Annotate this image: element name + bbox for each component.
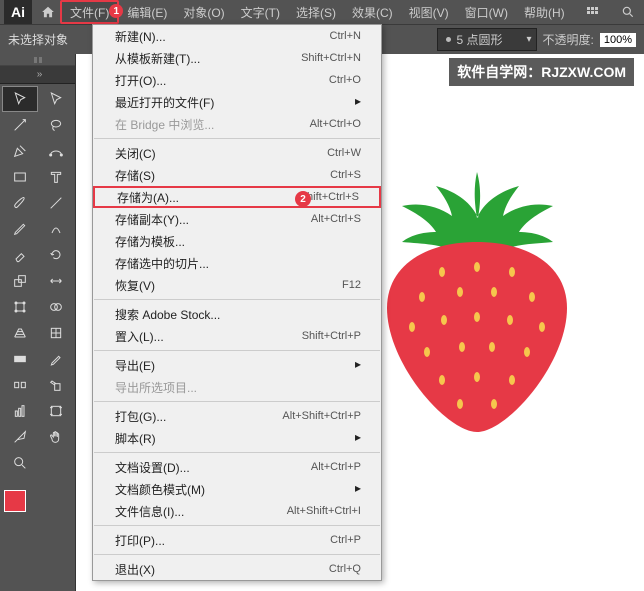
menu-item-3[interactable]: 最近打开的文件(F)	[93, 91, 381, 113]
menu-item-23[interactable]: 文档设置(D)...Alt+Ctrl+P	[93, 456, 381, 478]
slice-tool[interactable]	[2, 424, 38, 450]
perspective-grid-tool[interactable]	[2, 320, 38, 346]
fill-stroke-swatch[interactable]	[4, 482, 40, 512]
menu-object[interactable]: 对象(O)	[175, 0, 232, 24]
menu-item-11[interactable]: 存储选中的切片...	[93, 252, 381, 274]
toolbox-handle[interactable]	[0, 54, 75, 66]
menu-item-6[interactable]: 关闭(C)Ctrl+W	[93, 142, 381, 164]
scale-tool[interactable]	[2, 268, 38, 294]
menu-type[interactable]: 文字(T)	[233, 0, 288, 24]
menu-item-10[interactable]: 存储为模板...	[93, 230, 381, 252]
menu-view[interactable]: 视图(V)	[401, 0, 457, 24]
eraser-tool[interactable]	[2, 242, 38, 268]
menu-item-1[interactable]: 从模板新建(T)...Shift+Ctrl+N	[93, 47, 381, 69]
menu-item-29[interactable]: 退出(X)Ctrl+Q	[93, 558, 381, 580]
annotation-badge-2: 2	[295, 191, 311, 207]
menu-file[interactable]: 文件(F)1	[60, 0, 119, 24]
type-tool[interactable]	[38, 164, 74, 190]
menu-help[interactable]: 帮助(H)	[516, 0, 573, 24]
pencil-tool[interactable]	[2, 216, 38, 242]
width-tool[interactable]	[38, 268, 74, 294]
menu-effect[interactable]: 效果(C)	[344, 0, 401, 24]
menu-item-15[interactable]: 置入(L)...Shift+Ctrl+P	[93, 325, 381, 347]
shaper-tool[interactable]	[38, 216, 74, 242]
zoom-tool[interactable]	[2, 450, 38, 476]
fill-stroke-swap[interactable]	[38, 450, 74, 476]
menu-item-8[interactable]: 存储为(A)...Shift+Ctrl+S2	[93, 186, 381, 208]
menu-item-14[interactable]: 搜索 Adobe Stock...	[93, 303, 381, 325]
menubar: Ai 文件(F)1 编辑(E) 对象(O) 文字(T) 选择(S) 效果(C) …	[0, 0, 644, 24]
menu-window[interactable]: 窗口(W)	[457, 0, 516, 24]
gradient-tool[interactable]	[2, 346, 38, 372]
rectangle-tool[interactable]	[2, 164, 38, 190]
shape-builder-tool[interactable]	[38, 294, 74, 320]
toolbox-tab[interactable]	[0, 66, 75, 84]
app-logo: Ai	[4, 0, 32, 24]
selection-status: 未选择对象	[8, 31, 68, 48]
selection-tool[interactable]	[2, 86, 38, 112]
menu-item-0[interactable]: 新建(N)...Ctrl+N	[93, 25, 381, 47]
curvature-tool[interactable]	[38, 138, 74, 164]
menu-item-24[interactable]: 文档颜色模式(M)	[93, 478, 381, 500]
opacity-value[interactable]: 100%	[600, 33, 636, 47]
eyedropper-tool[interactable]	[38, 346, 74, 372]
opacity-label: 不透明度:	[543, 31, 594, 48]
blend-tool[interactable]	[2, 372, 38, 398]
menu-item-27[interactable]: 打印(P)...Ctrl+P	[93, 529, 381, 551]
menu-item-18: 导出所选项目...	[93, 376, 381, 398]
menu-item-17[interactable]: 导出(E)	[93, 354, 381, 376]
menu-item-4: 在 Bridge 中浏览...Alt+Ctrl+O	[93, 113, 381, 135]
stroke-style-dropdown[interactable]: 5 点圆形	[437, 28, 537, 51]
toolbox	[0, 54, 76, 591]
line-tool[interactable]	[38, 190, 74, 216]
menu-item-21[interactable]: 脚本(R)	[93, 427, 381, 449]
lasso-tool[interactable]	[38, 112, 74, 138]
artwork-strawberry	[382, 172, 572, 432]
menu-edit[interactable]: 编辑(E)	[119, 0, 175, 24]
menu-select[interactable]: 选择(S)	[288, 0, 344, 24]
magic-wand-tool[interactable]	[2, 112, 38, 138]
menu-item-20[interactable]: 打包(G)...Alt+Shift+Ctrl+P	[93, 405, 381, 427]
rotate-tool[interactable]	[38, 242, 74, 268]
hand-tool[interactable]	[38, 424, 74, 450]
symbol-sprayer-tool[interactable]	[38, 372, 74, 398]
pen-tool[interactable]	[2, 138, 38, 164]
paintbrush-tool[interactable]	[2, 190, 38, 216]
file-menu: 新建(N)...Ctrl+N从模板新建(T)...Shift+Ctrl+N打开(…	[92, 24, 382, 581]
mesh-tool[interactable]	[38, 320, 74, 346]
direct-selection-tool[interactable]	[38, 86, 74, 112]
column-graph-tool[interactable]	[2, 398, 38, 424]
menu-item-12[interactable]: 恢复(V)F12	[93, 274, 381, 296]
search-icon[interactable]	[616, 0, 640, 24]
menu-item-25[interactable]: 文件信息(I)...Alt+Shift+Ctrl+I	[93, 500, 381, 522]
menu-item-2[interactable]: 打开(O)...Ctrl+O	[93, 69, 381, 91]
artboard-tool[interactable]	[38, 398, 74, 424]
free-transform-tool[interactable]	[2, 294, 38, 320]
workspace-switcher-icon[interactable]	[582, 0, 606, 24]
watermark: 软件自学网：RJZXW.COM	[449, 58, 634, 86]
home-icon[interactable]	[36, 5, 60, 19]
menu-item-9[interactable]: 存储副本(Y)...Alt+Ctrl+S	[93, 208, 381, 230]
menu-item-7[interactable]: 存储(S)Ctrl+S	[93, 164, 381, 186]
